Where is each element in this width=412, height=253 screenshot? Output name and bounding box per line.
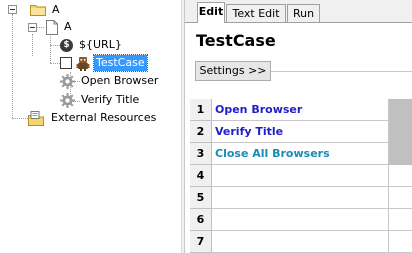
page-icon <box>46 19 58 35</box>
editor-panel: Edit Text Edit Run TestCase Settings >> … <box>185 0 412 253</box>
row-header[interactable]: 5 <box>190 187 212 209</box>
grid-cell[interactable]: Open Browser <box>212 99 389 121</box>
tree-line <box>50 63 60 64</box>
tree-item-label: ${URL} <box>79 38 122 51</box>
tree-item-variable[interactable]: $ ${URL} <box>60 36 124 54</box>
robot-icon <box>76 56 90 71</box>
grid-cell-arg[interactable] <box>389 165 412 187</box>
gear-icon <box>60 92 75 108</box>
resources-icon <box>28 110 45 126</box>
tree-item-root[interactable]: A <box>30 1 62 19</box>
collapse-root-button[interactable] <box>8 5 17 14</box>
tree-item-external-resources[interactable]: External Resources <box>28 109 158 127</box>
row-header[interactable]: 3 <box>190 143 212 165</box>
tree-item-keyword[interactable]: Verify Title <box>60 91 141 109</box>
tree-line <box>12 118 28 119</box>
tree-item-label: A <box>64 20 72 33</box>
gear-icon <box>60 73 75 89</box>
tree-line <box>12 14 13 118</box>
tree-item-suite[interactable]: A <box>46 18 74 36</box>
row-header[interactable]: 6 <box>190 209 212 231</box>
tab-bar: Edit Text Edit Run <box>185 0 412 23</box>
grid-cell[interactable]: Close All Browsers <box>212 143 389 165</box>
tree-item-testcase[interactable]: TestCase <box>60 54 148 72</box>
tab-text-edit[interactable]: Text Edit <box>226 4 286 22</box>
row-header[interactable]: 7 <box>190 231 212 253</box>
tree-line <box>36 27 44 28</box>
row-header[interactable]: 2 <box>190 121 212 143</box>
tree-item-label: A <box>52 3 60 16</box>
page-title: TestCase <box>196 31 276 50</box>
tab-run[interactable]: Run <box>287 4 320 22</box>
grid-cell-arg[interactable] <box>389 143 412 165</box>
tab-edit[interactable]: Edit <box>197 2 225 23</box>
grid-cell[interactable] <box>212 165 389 187</box>
settings-button[interactable]: Settings >> <box>195 61 271 81</box>
tree-line <box>50 45 60 46</box>
grid-cell-arg[interactable] <box>389 187 412 209</box>
grid-cell-arg[interactable] <box>389 99 412 121</box>
tree-line <box>32 34 33 56</box>
project-tree: A A $ ${URL} TestCase Open Browser Verif… <box>0 0 180 253</box>
settings-divider <box>271 71 412 72</box>
grid-cell-arg[interactable] <box>389 209 412 231</box>
grid-cell[interactable] <box>212 209 389 231</box>
tree-item-label: External Resources <box>51 111 157 124</box>
row-header[interactable]: 4 <box>190 165 212 187</box>
tree-item-label: TestCase <box>93 54 148 72</box>
tree-line <box>50 36 51 63</box>
tree-item-keyword[interactable]: Open Browser <box>60 72 160 90</box>
tree-item-label: Open Browser <box>81 74 159 87</box>
tree-item-label: Verify Title <box>81 93 140 106</box>
grid-cell[interactable] <box>212 231 389 253</box>
grid-cell-arg[interactable] <box>389 121 412 143</box>
grid-cell[interactable] <box>212 187 389 209</box>
keyword-grid: 1 Open Browser 2 Verify Title 3 Close Al… <box>190 99 412 253</box>
row-header[interactable]: 1 <box>190 99 212 121</box>
grid-cell-arg[interactable] <box>389 231 412 253</box>
collapse-suite-button[interactable] <box>28 23 37 32</box>
variable-icon: $ <box>60 38 73 52</box>
testcase-checkbox[interactable] <box>60 57 72 69</box>
folder-icon <box>30 4 46 16</box>
grid-cell[interactable]: Verify Title <box>212 121 389 143</box>
